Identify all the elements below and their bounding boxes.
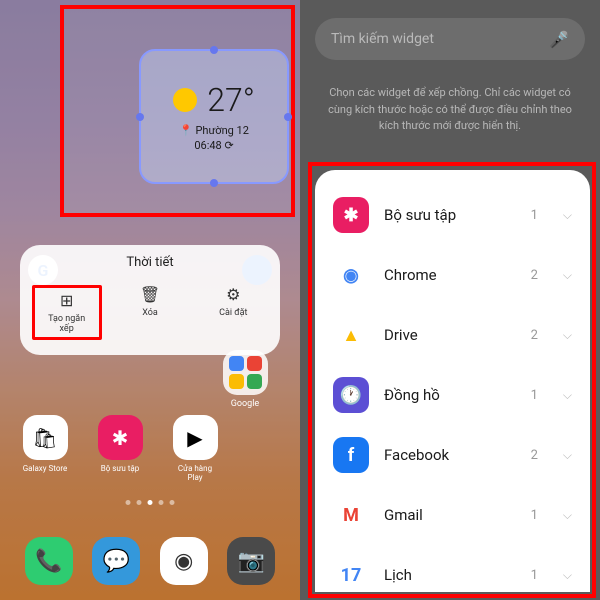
temperature: 27° [207,81,255,119]
menu-label: Tạo ngăn xếp [43,314,91,334]
app-icon: ✱ [333,197,369,233]
menu-row: ⊞ Tạo ngăn xếp 🗑 Xóa ⚙ Cài đặt [20,280,280,345]
weather-row: 27° [173,81,255,119]
app-icon: ◉ [333,257,369,293]
chevron-down-icon: ⌵ [563,568,572,583]
galaxy-store-app[interactable]: 🛍 Galaxy Store [20,415,70,485]
highlight-box-widget: 27° 📍 Phường 12 06:48 ⟳ [60,5,295,217]
app-icon: ▲ [333,317,369,353]
widget-count: 2 [531,328,538,343]
search-bar[interactable]: Tìm kiếm widget 🎤 [315,18,585,60]
folder-label: Google [231,399,259,409]
widget-count: 2 [531,268,538,283]
chevron-down-icon: ⌵ [563,328,572,343]
widget-picker-screen: Tìm kiếm widget 🎤 Chọn các widget để xếp… [300,0,600,600]
widget-name: Facebook [384,446,516,464]
resize-handle-top[interactable] [210,46,218,54]
location-text: 📍 Phường 12 [179,124,249,137]
widget-list-item[interactable]: 🕐 Đồng hồ 1 ⌵ [315,365,590,425]
menu-label: Cài đặt [219,308,247,318]
widget-count: 1 [531,208,538,223]
page-dot[interactable] [170,500,175,505]
app-icon: M [333,497,369,533]
widget-count: 1 [531,388,538,403]
plus-icon: ⊞ [60,291,73,310]
phone-app[interactable]: 📞 [25,537,73,585]
weather-widget[interactable]: 27° 📍 Phường 12 06:48 ⟳ [139,49,289,184]
app-icon: 🕐 [333,377,369,413]
menu-label: Xóa [142,308,158,318]
widget-count: 1 [531,508,538,523]
gallery-app[interactable]: ✱ Bộ sưu tập [95,415,145,485]
chevron-down-icon: ⌵ [563,388,572,403]
google-folder[interactable]: Google [220,350,270,420]
page-indicator [126,500,175,505]
home-screen: 27° 📍 Phường 12 06:48 ⟳ G Thời tiết ⊞ Tạ… [0,0,300,600]
page-dot[interactable] [126,500,131,505]
chevron-down-icon: ⌵ [563,268,572,283]
widget-context-menu: Thời tiết ⊞ Tạo ngăn xếp 🗑 Xóa ⚙ Cài đặt [20,245,280,355]
dock: 📞 💬 ◉ 📷 [15,537,285,585]
help-text: Chọn các widget để xếp chồng. Chỉ các wi… [325,85,575,135]
messages-app[interactable]: 💬 [92,537,140,585]
chevron-down-icon: ⌵ [563,448,572,463]
page-dot[interactable] [137,500,142,505]
chevron-down-icon: ⌵ [563,508,572,523]
widget-count: 1 [531,568,538,583]
sun-icon [173,88,197,112]
widget-list-item[interactable]: f Facebook 2 ⌵ [315,425,590,485]
widget-list-item[interactable]: ◉ Chrome 2 ⌵ [315,245,590,305]
trash-icon: 🗑 [140,285,160,304]
widget-name: Lịch [384,566,516,584]
delete-button[interactable]: 🗑 Xóa [115,285,185,340]
folder-icon [223,350,268,395]
mic-icon[interactable]: 🎤 [549,30,569,49]
widget-count: 2 [531,448,538,463]
chevron-down-icon: ⌵ [563,208,572,223]
resize-handle-left[interactable] [136,113,144,121]
resize-handle-right[interactable] [284,113,292,121]
widget-list-item[interactable]: 17 Lịch 1 ⌵ [315,545,590,592]
search-placeholder: Tìm kiếm widget [331,31,549,47]
widget-name: Drive [384,326,516,344]
chrome-app[interactable]: ◉ [160,537,208,585]
gear-icon: ⚙ [226,285,240,304]
menu-title: Thời tiết [20,255,280,270]
widget-name: Gmail [384,506,516,524]
time-text: 06:48 ⟳ [194,139,233,152]
widget-panel: ✱ Bộ sưu tập 1 ⌵ ◉ Chrome 2 ⌵ ▲ Drive 2 ⌵ 🕐 Đồng hồ 1 ⌵… [315,170,590,592]
widget-name: Đồng hồ [384,386,516,404]
widget-name: Chrome [384,266,516,284]
widget-list-item[interactable]: ✱ Bộ sưu tập 1 ⌵ [315,185,590,245]
resize-handle-bottom[interactable] [210,179,218,187]
widget-list-item[interactable]: M Gmail 1 ⌵ [315,485,590,545]
app-row: 🛍 Galaxy Store ✱ Bộ sưu tập ▶ Cửa hàng P… [20,415,220,485]
play-store-app[interactable]: ▶ Cửa hàng Play [170,415,220,485]
app-icon: 17 [333,557,369,592]
app-icon: f [333,437,369,473]
page-dot[interactable] [159,500,164,505]
page-dot-active[interactable] [148,500,153,505]
widget-name: Bộ sưu tập [384,206,516,224]
widget-list-item[interactable]: ▲ Drive 2 ⌵ [315,305,590,365]
camera-app[interactable]: 📷 [227,537,275,585]
create-stack-button[interactable]: ⊞ Tạo ngăn xếp [32,285,102,340]
settings-button[interactable]: ⚙ Cài đặt [198,285,268,340]
